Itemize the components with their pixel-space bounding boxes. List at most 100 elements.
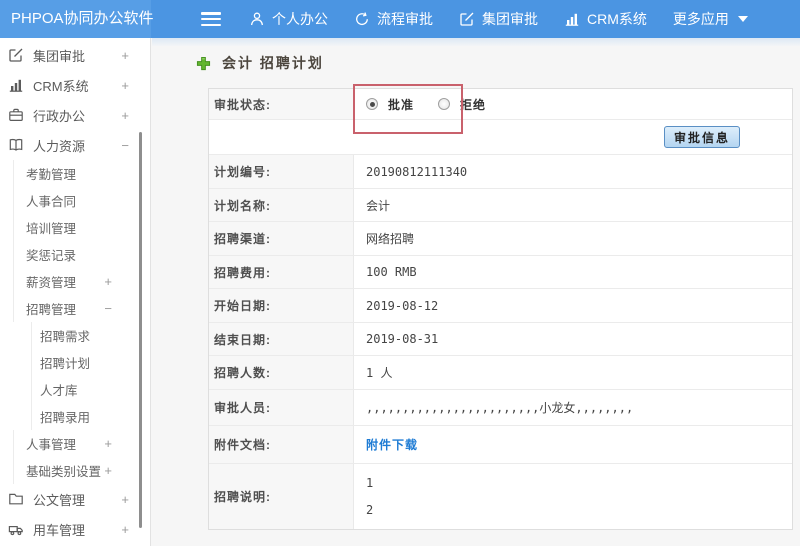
sidebar-item-label: 招聘需求 bbox=[40, 330, 91, 344]
sidebar-item-attendance-mgmt[interactable]: 考勤管理 bbox=[0, 160, 150, 187]
sidebar: 集团审批 + CRM系统 + 行政办公 + 人力资源 − 考勤管理 人事合同 培训管理 奖惩记录 薪资管… bbox=[0, 38, 151, 546]
sidebar-item-recruit-hiring[interactable]: 招聘录用 bbox=[0, 403, 150, 430]
field-value: 2019-08-31 bbox=[366, 332, 439, 346]
nav-item-process-approval[interactable]: 流程审批 bbox=[354, 9, 433, 29]
book-icon bbox=[8, 137, 24, 153]
field-label: 招聘说明: bbox=[209, 464, 354, 529]
sidebar-item-recruit-demand[interactable]: 招聘需求 bbox=[0, 322, 150, 349]
sidebar-item-vehicle-mgmt[interactable]: 用车管理 + bbox=[0, 514, 150, 544]
field-row-recruit-count: 招聘人数: 1 人 bbox=[209, 356, 792, 390]
field-label: 计划名称: bbox=[209, 189, 354, 221]
field-value: 网络招聘 bbox=[366, 232, 415, 246]
sidebar-item-label: 招聘管理 bbox=[26, 303, 77, 317]
sidebar-item-admin-office[interactable]: 行政办公 + bbox=[0, 100, 150, 130]
sidebar-item-label: 公文管理 bbox=[33, 492, 86, 508]
hamburger-menu-icon[interactable] bbox=[201, 12, 221, 26]
bar-chart-icon bbox=[564, 11, 580, 27]
bar-chart-icon bbox=[8, 77, 24, 93]
radio-approve-circle[interactable] bbox=[366, 98, 378, 110]
field-row-plan-name: 计划名称: 会计 bbox=[209, 189, 792, 222]
sidebar-item-label: 人事合同 bbox=[26, 195, 77, 209]
field-value: 会计 bbox=[366, 198, 391, 213]
expand-plus-icon[interactable]: + bbox=[121, 522, 129, 537]
sidebar-item-training-mgmt[interactable]: 培训管理 bbox=[0, 214, 150, 241]
add-plus-icon[interactable] bbox=[196, 56, 211, 71]
app-window: PHPOA协同办公软件 个人办公 流程审批 集团审批 CRM系统 更多应用 集团审批 + C… bbox=[0, 0, 800, 546]
sidebar-item-label: 人力资源 bbox=[33, 138, 86, 154]
briefcase-icon bbox=[8, 107, 24, 123]
page-title: 会计 招聘计划 bbox=[222, 55, 324, 71]
radio-reject-circle[interactable] bbox=[438, 98, 451, 110]
collapse-minus-icon[interactable]: − bbox=[121, 138, 129, 153]
field-value-line: 1 bbox=[366, 476, 374, 490]
page-header: 会计 招聘计划 bbox=[196, 53, 324, 73]
topbar: PHPOA协同办公软件 个人办公 流程审批 集团审批 CRM系统 更多应用 bbox=[0, 0, 800, 38]
sidebar-item-label: 招聘计划 bbox=[40, 357, 91, 371]
radio-reject[interactable]: 拒绝 bbox=[438, 96, 486, 113]
attachment-download-link[interactable]: 附件下载 bbox=[366, 436, 418, 453]
main-content: 会计 招聘计划 审批状态: 批准 拒绝 审批信息 计划编号: 201908121… bbox=[152, 38, 800, 546]
sidebar-item-talent-pool[interactable]: 人才库 bbox=[0, 376, 150, 403]
app-logo: PHPOA协同办公软件 bbox=[0, 0, 154, 38]
expand-plus-icon[interactable]: + bbox=[121, 78, 129, 93]
sidebar-item-label: CRM系统 bbox=[33, 78, 89, 94]
sidebar-item-document-mgmt[interactable]: 公文管理 + bbox=[0, 484, 150, 514]
sidebar-item-personnel-contract[interactable]: 人事合同 bbox=[0, 187, 150, 214]
field-row-recruit-channel: 招聘渠道: 网络招聘 bbox=[209, 222, 792, 256]
field-label: 结束日期: bbox=[209, 323, 354, 355]
nav-item-more-apps[interactable]: 更多应用 bbox=[673, 9, 748, 29]
field-value: 1 人 bbox=[366, 366, 393, 380]
edit-square-icon bbox=[459, 11, 475, 27]
nav-item-personal-office[interactable]: 个人办公 bbox=[249, 9, 328, 29]
approval-status-row: 审批状态: 批准 拒绝 bbox=[209, 89, 792, 120]
content-top-strip bbox=[152, 38, 800, 46]
sidebar-item-label: 人事管理 bbox=[26, 438, 77, 452]
collapse-minus-icon[interactable]: − bbox=[104, 301, 112, 316]
field-value: 100 RMB bbox=[366, 265, 417, 279]
sidebar-scrollbar[interactable] bbox=[139, 132, 142, 528]
sidebar-item-salary-mgmt[interactable]: 薪资管理 + bbox=[0, 268, 150, 295]
sidebar-item-basic-category-settings[interactable]: 基础类别设置 + bbox=[0, 457, 150, 484]
field-value: 2019-08-12 bbox=[366, 298, 439, 313]
field-label: 招聘人数: bbox=[209, 356, 354, 389]
person-icon bbox=[249, 11, 265, 27]
nav-item-crm-system[interactable]: CRM系统 bbox=[564, 9, 647, 29]
sidebar-item-group-approval[interactable]: 集团审批 + bbox=[0, 40, 150, 70]
expand-plus-icon[interactable]: + bbox=[104, 436, 112, 451]
field-label: 审批状态: bbox=[209, 89, 354, 119]
expand-plus-icon[interactable]: + bbox=[121, 48, 129, 63]
top-nav: 个人办公 流程审批 集团审批 CRM系统 更多应用 bbox=[249, 9, 774, 29]
cycle-arrow-icon bbox=[354, 11, 370, 27]
caret-down-icon bbox=[737, 16, 748, 22]
sidebar-item-crm-system[interactable]: CRM系统 + bbox=[0, 70, 150, 100]
sidebar-item-label: 奖惩记录 bbox=[26, 249, 77, 263]
radio-approve[interactable]: 批准 bbox=[366, 96, 414, 113]
field-label: 招聘渠道: bbox=[209, 222, 354, 255]
approval-info-button[interactable]: 审批信息 bbox=[663, 126, 740, 148]
expand-plus-icon[interactable]: + bbox=[121, 108, 129, 123]
sidebar-item-recruit-mgmt[interactable]: 招聘管理 − bbox=[0, 295, 150, 322]
detail-table: 审批状态: 批准 拒绝 审批信息 计划编号: 20190812111340 计划… bbox=[208, 84, 793, 530]
nav-item-label: 个人办公 bbox=[272, 11, 328, 27]
nav-item-label: CRM系统 bbox=[587, 11, 647, 27]
field-label: 附件文档: bbox=[209, 426, 354, 463]
sidebar-item-recruit-plan[interactable]: 招聘计划 bbox=[0, 349, 150, 376]
sidebar-item-human-resources[interactable]: 人力资源 − bbox=[0, 130, 150, 160]
approval-button-row: 审批信息 bbox=[209, 120, 792, 155]
field-row-attachment: 附件文档: 附件下载 bbox=[209, 426, 792, 464]
expand-plus-icon[interactable]: + bbox=[104, 274, 112, 289]
nav-item-group-approval[interactable]: 集团审批 bbox=[459, 9, 538, 29]
expand-plus-icon[interactable]: + bbox=[104, 463, 112, 478]
field-value: 20190812111340 bbox=[366, 164, 468, 179]
field-label: 计划编号: bbox=[209, 155, 354, 188]
field-label: 招聘费用: bbox=[209, 256, 354, 288]
sidebar-item-label: 集团审批 bbox=[33, 48, 86, 64]
field-row-approvers: 审批人员: ,,,,,,,,,,,,,,,,,,,,,,,,小龙女,,,,,,,, bbox=[209, 390, 792, 426]
field-row-end-date: 结束日期: 2019-08-31 bbox=[209, 323, 792, 356]
field-row-plan-number: 计划编号: 20190812111340 bbox=[209, 155, 792, 189]
sidebar-item-reward-punishment[interactable]: 奖惩记录 bbox=[0, 241, 150, 268]
sidebar-item-personnel-mgmt[interactable]: 人事管理 + bbox=[0, 430, 150, 457]
field-value-line: 2 bbox=[366, 503, 374, 517]
expand-plus-icon[interactable]: + bbox=[121, 492, 129, 507]
field-row-recruit-cost: 招聘费用: 100 RMB bbox=[209, 256, 792, 289]
